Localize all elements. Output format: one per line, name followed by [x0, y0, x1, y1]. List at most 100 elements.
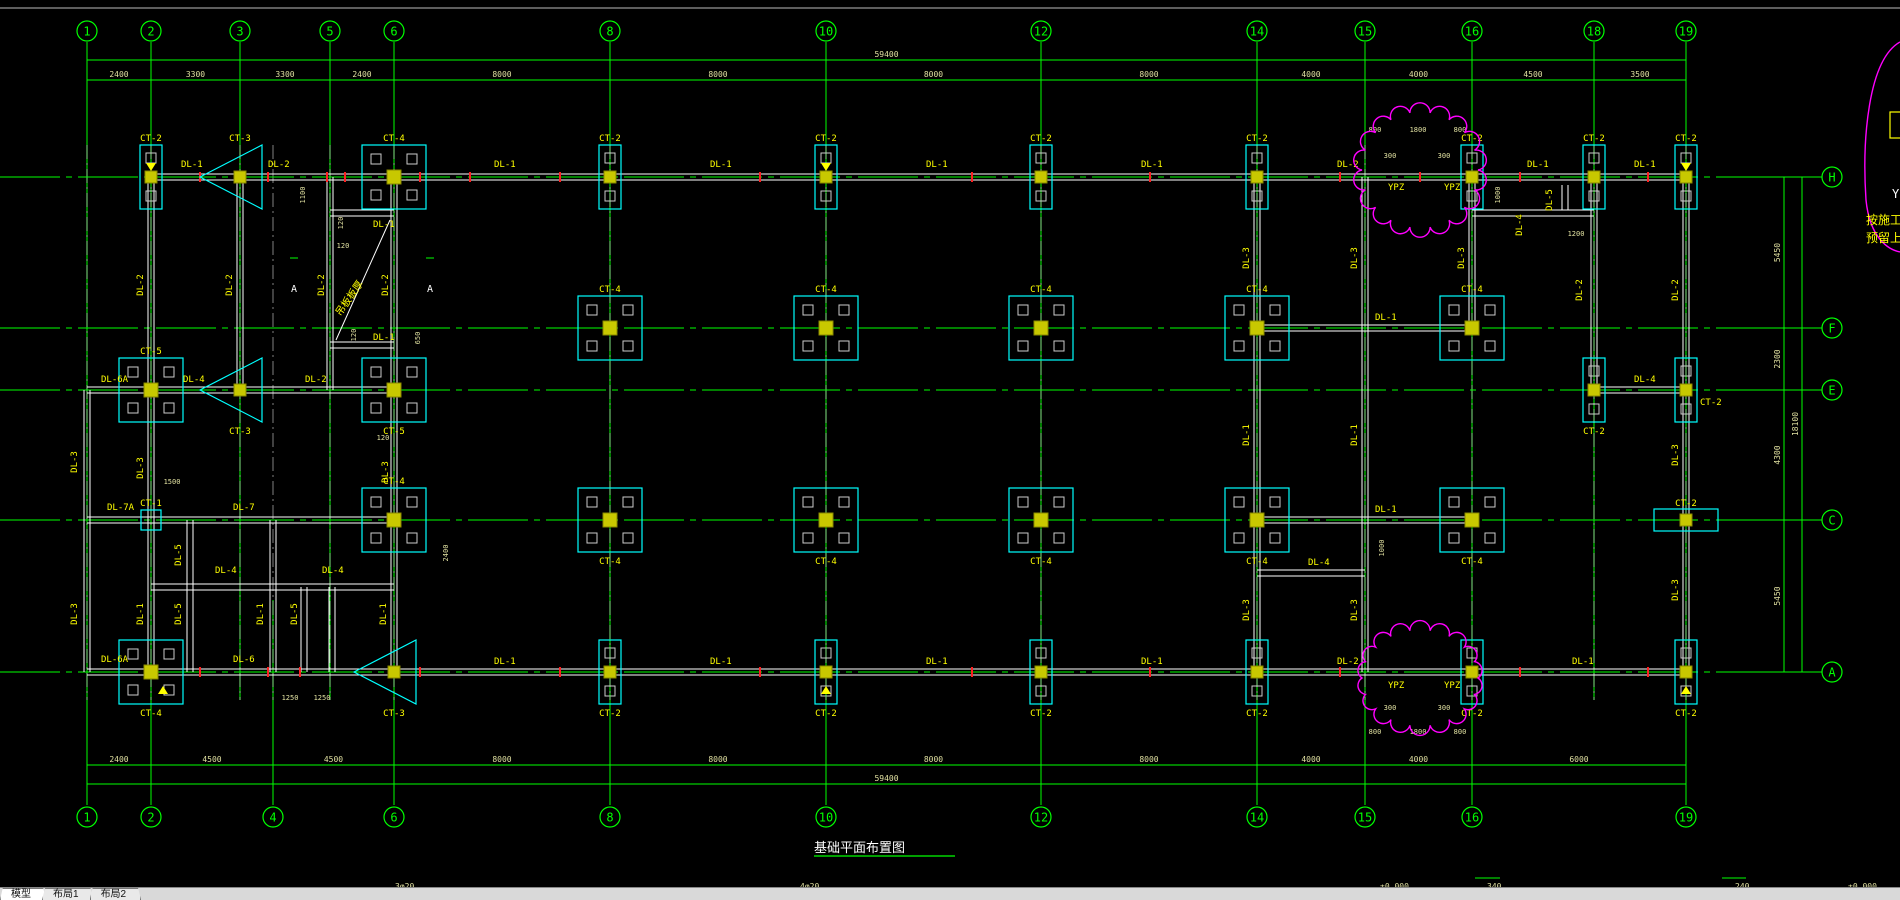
- beam-label: DL-1: [1141, 657, 1163, 667]
- axis-label-5: 5: [326, 25, 333, 39]
- beam-label-vertical: DL-3: [70, 603, 80, 625]
- pile-column: [233, 170, 247, 184]
- pile-cap-label: CT-4: [1461, 557, 1483, 567]
- beam-label-vertical: DL-2: [317, 274, 327, 296]
- axis-label-F: F: [1828, 322, 1835, 336]
- tab-layout-1[interactable]: 布局1: [42, 888, 94, 900]
- pile-outline: [838, 340, 850, 352]
- pile-outline: [802, 340, 814, 352]
- pile-outline: [586, 496, 598, 508]
- beam-label-vertical: DL-1: [256, 603, 266, 625]
- beam-label: DL-1: [494, 160, 516, 170]
- tab-model[interactable]: 模型: [0, 888, 46, 900]
- small-dimension: 650: [414, 332, 422, 345]
- pile-cap-label: CT-2: [815, 134, 837, 144]
- small-dimension: 800: [1369, 728, 1382, 736]
- pile-outline: [406, 496, 418, 508]
- pile-column: [603, 665, 617, 679]
- pile-cap-label: CT-2: [1700, 398, 1722, 408]
- dimension-text: 2400: [109, 755, 128, 764]
- pile-cap-label: CT-4: [599, 557, 621, 567]
- pile-column: [1249, 512, 1265, 528]
- pile-column: [1679, 665, 1693, 679]
- small-dimension: 120: [377, 434, 390, 442]
- drawing-title: 基础平面布置图: [814, 841, 905, 856]
- column-marker: [1681, 686, 1691, 694]
- dimension-text: 4500: [202, 755, 221, 764]
- pile-outline: [586, 340, 598, 352]
- axis-label-12: 12: [1034, 25, 1048, 39]
- tab-layout-2[interactable]: 布局2: [89, 888, 142, 900]
- beam-label: DL-1: [926, 657, 948, 667]
- pile-cap-label: CT-4: [1030, 557, 1052, 567]
- dimension-text: 8000: [924, 755, 943, 764]
- small-dimension: 1800: [1410, 126, 1427, 134]
- beam-label: DL-7A: [107, 503, 135, 513]
- axis-label-3: 3: [236, 25, 243, 39]
- axis-label-1: 1: [83, 811, 90, 825]
- pile-cap-label: CT-2: [1461, 709, 1483, 719]
- pile-outline: [1233, 496, 1245, 508]
- beam-label: DL-1: [1634, 160, 1656, 170]
- dimension-text: 2400: [109, 70, 128, 79]
- pile-outline: [622, 532, 634, 544]
- pile-outline: [1053, 340, 1065, 352]
- beam-label: DL-4: [1634, 375, 1656, 385]
- pile-outline: [586, 304, 598, 316]
- revision-cloud-layer: [1353, 102, 1487, 737]
- pile-column: [1464, 320, 1480, 336]
- section-mark-label: A: [427, 284, 433, 295]
- cad-canvas[interactable]: 1122345 66881010121214141515161618 1919HFE…: [0, 0, 1900, 899]
- column-marker: [1681, 163, 1691, 171]
- small-dimension: 1000: [1378, 540, 1386, 557]
- beam-label-vertical: DL-1: [379, 603, 389, 625]
- column-marker: [821, 686, 831, 694]
- dimension-total-text: 18100: [1791, 412, 1800, 436]
- pile-outline: [370, 402, 382, 414]
- pile-cap-label: CT-3: [229, 427, 251, 437]
- axis-label-19: 19: [1679, 25, 1693, 39]
- annotation-layer: DL-1 DL-2 DL-1 DL-1 DL-1 DL-1 DL-2 DL-1 DL-1 DL-1…: [70, 126, 1877, 891]
- beam-label: DL-1: [181, 160, 203, 170]
- small-dimension: 1250: [282, 694, 299, 702]
- pile-column: [1679, 513, 1693, 527]
- dimension-text: 8000: [1139, 755, 1158, 764]
- pile-column: [1587, 383, 1601, 397]
- axis-label-18: 18: [1587, 25, 1601, 39]
- pile-outline: [1484, 496, 1496, 508]
- axis-label-10: 10: [819, 811, 833, 825]
- column-marker: [158, 686, 168, 694]
- pile-column: [1033, 512, 1049, 528]
- pile-cap-label: CT-4: [599, 285, 621, 295]
- layout-tab-bar: 模型 布局1 布局2: [0, 887, 1900, 900]
- pile-outline: [622, 304, 634, 316]
- pile-column: [144, 170, 158, 184]
- pile-outline: [1448, 304, 1460, 316]
- dimension-text: 8000: [1139, 70, 1158, 79]
- pile-column: [1679, 383, 1693, 397]
- beam-label-vertical: DL-2: [136, 274, 146, 296]
- pile-column: [387, 665, 401, 679]
- beam-label-vertical: DL-1: [1350, 424, 1360, 446]
- pile-outline: [1269, 304, 1281, 316]
- beam-label-vertical: DL-3: [381, 461, 391, 483]
- dimension-text: 5450: [1773, 243, 1782, 262]
- pile-outline: [1484, 532, 1496, 544]
- beam-label: DL-2: [268, 160, 290, 170]
- pile-outline: [406, 532, 418, 544]
- axis-label-14: 14: [1250, 25, 1264, 39]
- beam-label-vertical: DL-2: [1671, 279, 1681, 301]
- dimension-text: 3300: [186, 70, 205, 79]
- small-dimension: 300: [1384, 704, 1397, 712]
- small-dimension: 1000: [1494, 187, 1502, 204]
- axis-label-H: H: [1828, 171, 1835, 185]
- pile-cap-label: CT-4: [1461, 285, 1483, 295]
- pile-column: [1034, 665, 1048, 679]
- pile-cap-label: CT-2: [815, 709, 837, 719]
- slab-note: 吊板板厚: [332, 278, 366, 318]
- column-marker: [821, 163, 831, 171]
- pile-column: [143, 664, 159, 680]
- pile-column: [386, 382, 402, 398]
- pile-outline: [1053, 496, 1065, 508]
- pile-outline: [1233, 340, 1245, 352]
